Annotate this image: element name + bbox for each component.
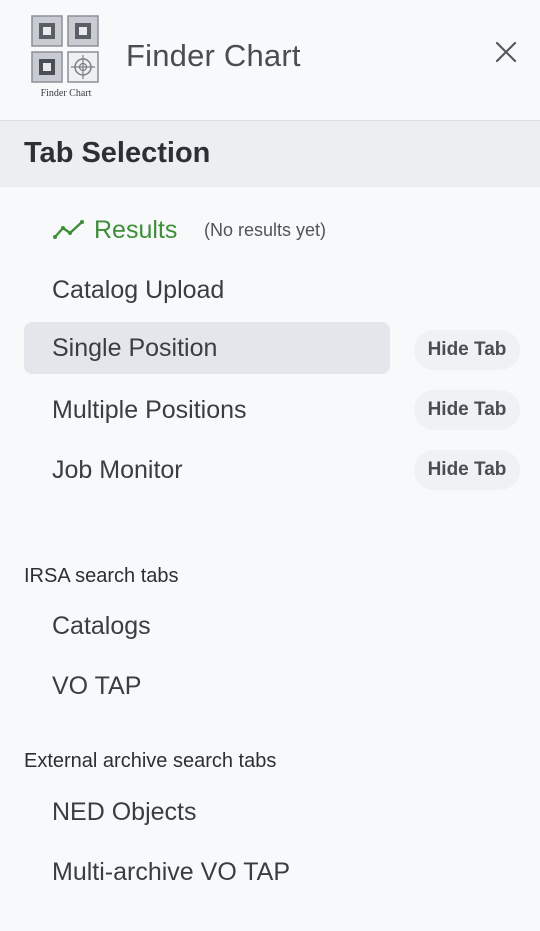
- tab-item-ned-objects[interactable]: NED Objects: [24, 786, 390, 838]
- tab-item-label: Multiple Positions: [52, 396, 247, 424]
- tab-item-label: Job Monitor: [52, 456, 183, 484]
- external-group-heading: External archive search tabs: [24, 750, 277, 772]
- tab-item-label: Catalog Upload: [52, 276, 225, 304]
- tab-item-label: Single Position: [52, 334, 218, 362]
- hide-tab-button-multiple-positions[interactable]: Hide Tab: [414, 390, 520, 430]
- tab-item-job-monitor[interactable]: Job Monitor: [24, 444, 390, 496]
- panel-header: Finder Chart Finder Chart: [0, 0, 540, 121]
- finder-chart-logo-icon: Finder Chart: [31, 15, 99, 99]
- tab-selection-panel: Finder Chart Finder Chart Tab Selection …: [0, 0, 540, 931]
- results-chart-icon: [53, 220, 84, 239]
- tab-item-catalog-upload[interactable]: Catalog Upload: [24, 264, 390, 316]
- tab-item-label: Multi-archive VO TAP: [52, 858, 291, 886]
- results-status-note: (No results yet): [204, 220, 327, 240]
- close-icon[interactable]: [490, 36, 522, 68]
- tab-item-single-position[interactable]: Single Position: [24, 322, 390, 374]
- tab-item-label: NED Objects: [52, 798, 197, 826]
- section-title: Tab Selection: [24, 137, 211, 169]
- hide-tab-button-single-position[interactable]: Hide Tab: [414, 330, 520, 370]
- tab-item-vo-tap[interactable]: VO TAP: [24, 660, 390, 712]
- results-label: Results: [94, 216, 178, 244]
- tab-item-catalogs[interactable]: Catalogs: [24, 600, 390, 652]
- tab-item-label: VO TAP: [52, 672, 142, 700]
- irsa-group-heading: IRSA search tabs: [24, 565, 179, 587]
- tab-item-multiple-positions[interactable]: Multiple Positions: [24, 384, 390, 436]
- app-title: Finder Chart: [126, 38, 301, 73]
- tab-item-label: Catalogs: [52, 612, 151, 640]
- tab-item-multi-archive-vo-tap[interactable]: Multi-archive VO TAP: [24, 846, 390, 898]
- hide-tab-button-job-monitor[interactable]: Hide Tab: [414, 450, 520, 490]
- logo-text: Finder Chart: [41, 88, 92, 99]
